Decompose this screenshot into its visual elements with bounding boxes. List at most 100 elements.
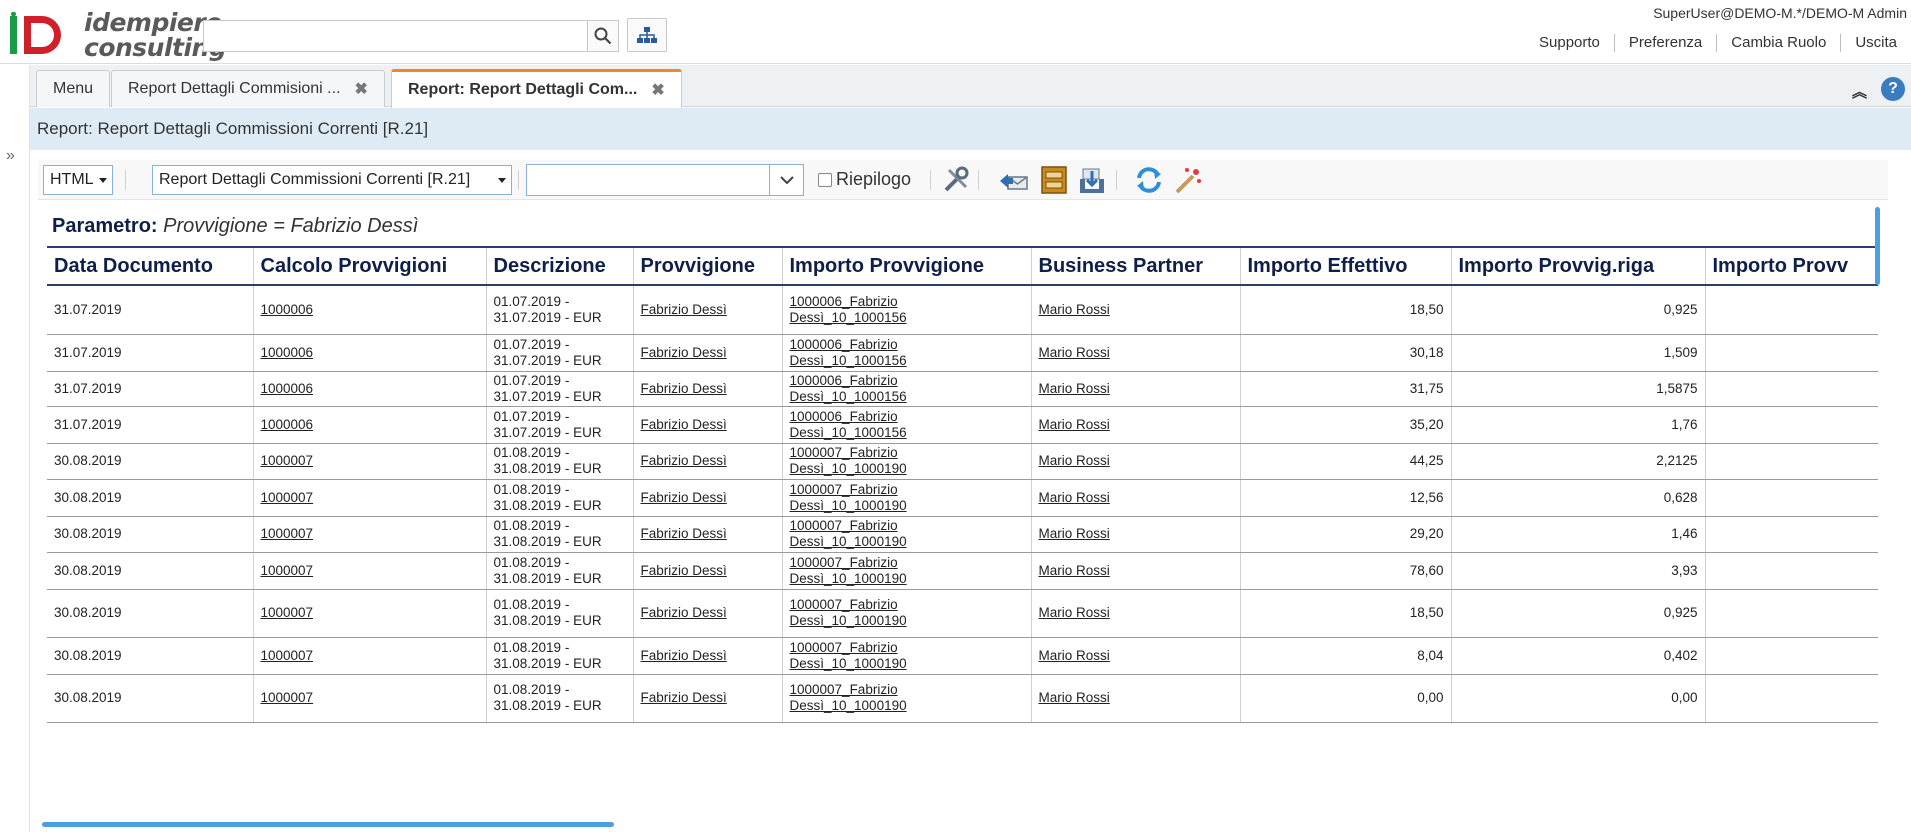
cell-link[interactable]: Dessì_10_1000190: [790, 461, 907, 476]
table-cell[interactable]: Mario Rossi: [1031, 334, 1241, 372]
table-cell[interactable]: Mario Rossi: [1031, 589, 1241, 638]
table-cell[interactable]: 1000006_Fabrizio Dessì_10_1000156: [782, 371, 1032, 407]
cell-link[interactable]: 1000007_Fabrizio: [790, 482, 898, 497]
cell-link[interactable]: Fabrizio Dessì: [641, 381, 727, 396]
cell-link[interactable]: 1000006_Fabrizio: [790, 337, 898, 352]
cell-link[interactable]: Fabrizio Dessì: [641, 526, 727, 541]
cell-link[interactable]: 1000006: [261, 302, 314, 317]
cell-link[interactable]: Fabrizio Dessì: [641, 648, 727, 663]
table-cell[interactable]: Fabrizio Dessì: [633, 552, 783, 590]
cell-link[interactable]: Dessì_10_1000156: [790, 425, 907, 440]
link-uscita[interactable]: Uscita: [1840, 34, 1911, 52]
table-cell[interactable]: Fabrizio Dessì: [633, 334, 783, 372]
cell-link[interactable]: 1000006: [261, 345, 314, 360]
cell-link[interactable]: Fabrizio Dessì: [641, 417, 727, 432]
cell-link[interactable]: 1000007: [261, 605, 314, 620]
combobox-dropdown-button[interactable]: [769, 165, 803, 195]
cell-link[interactable]: 1000007_Fabrizio: [790, 640, 898, 655]
link-supporto[interactable]: Supporto: [1525, 34, 1614, 52]
refresh-button[interactable]: [1133, 164, 1165, 196]
cell-link[interactable]: Mario Rossi: [1039, 417, 1110, 432]
cell-link[interactable]: Dessì_10_1000190: [790, 534, 907, 549]
vertical-scrollbar[interactable]: [1875, 207, 1880, 285]
output-format-select[interactable]: HTML: [43, 165, 113, 195]
table-cell[interactable]: 1000007: [253, 479, 487, 517]
summary-checkbox-wrap[interactable]: Riepilogo: [818, 169, 911, 190]
table-cell[interactable]: Mario Rossi: [1031, 674, 1241, 723]
table-cell[interactable]: Mario Rossi: [1031, 443, 1241, 480]
cell-link[interactable]: 1000006: [261, 381, 314, 396]
cell-link[interactable]: Mario Rossi: [1039, 648, 1110, 663]
cell-link[interactable]: Dessì_10_1000156: [790, 353, 907, 368]
close-tab-icon[interactable]: ✖: [355, 79, 368, 99]
cell-link[interactable]: 1000006: [261, 417, 314, 432]
table-cell[interactable]: Fabrizio Dessì: [633, 285, 783, 335]
table-cell[interactable]: Fabrizio Dessì: [633, 637, 783, 675]
cell-link[interactable]: Mario Rossi: [1039, 563, 1110, 578]
cell-link[interactable]: Mario Rossi: [1039, 302, 1110, 317]
table-cell[interactable]: 1000006: [253, 406, 487, 444]
table-cell[interactable]: 1000007_Fabrizio Dessì_10_1000190: [782, 674, 1032, 723]
cell-link[interactable]: Mario Rossi: [1039, 381, 1110, 396]
cell-link[interactable]: Fabrizio Dessì: [641, 690, 727, 705]
cell-link[interactable]: 1000006_Fabrizio: [790, 373, 898, 388]
menu-search-input[interactable]: [203, 20, 587, 52]
cell-link[interactable]: Dessì_10_1000190: [790, 571, 907, 586]
table-cell[interactable]: 1000007_Fabrizio Dessì_10_1000190: [782, 516, 1032, 553]
customize-button[interactable]: [940, 164, 972, 196]
cell-link[interactable]: 1000007_Fabrizio: [790, 555, 898, 570]
table-cell[interactable]: Mario Rossi: [1031, 406, 1241, 444]
cell-link[interactable]: Mario Rossi: [1039, 526, 1110, 541]
user-role-label[interactable]: SuperUser@DEMO-M.*/DEMO-M Admin: [1653, 5, 1907, 21]
tab-report-dettagli-commisioni[interactable]: Report Dettagli Commisioni ... ✖: [111, 70, 385, 107]
table-cell[interactable]: 1000006_Fabrizio Dessì_10_1000156: [782, 285, 1032, 335]
tab-report-active[interactable]: Report: Report Dettagli Com... ✖: [391, 69, 682, 108]
table-cell[interactable]: 1000007_Fabrizio Dessì_10_1000190: [782, 443, 1032, 480]
table-cell[interactable]: 1000007: [253, 516, 487, 553]
table-cell[interactable]: 1000006: [253, 285, 487, 335]
close-tab-icon[interactable]: ✖: [651, 80, 664, 100]
table-cell[interactable]: 1000006_Fabrizio Dessì_10_1000156: [782, 406, 1032, 444]
link-preferenza[interactable]: Preferenza: [1613, 34, 1716, 52]
cell-link[interactable]: Mario Rossi: [1039, 605, 1110, 620]
table-cell[interactable]: Mario Rossi: [1031, 637, 1241, 675]
cell-link[interactable]: Dessì_10_1000156: [790, 310, 907, 325]
print-format-combobox[interactable]: [526, 164, 804, 196]
table-cell[interactable]: Fabrizio Dessì: [633, 443, 783, 480]
cell-link[interactable]: 1000006_Fabrizio: [790, 409, 898, 424]
table-cell[interactable]: Mario Rossi: [1031, 516, 1241, 553]
expand-panel-icon[interactable]: »: [6, 147, 15, 165]
cell-link[interactable]: 1000007: [261, 453, 314, 468]
help-icon[interactable]: ?: [1881, 77, 1905, 101]
cell-link[interactable]: Dessì_10_1000190: [790, 613, 907, 628]
tab-menu[interactable]: Menu: [36, 70, 111, 107]
table-cell[interactable]: 1000006: [253, 371, 487, 407]
table-cell[interactable]: 1000007: [253, 637, 487, 675]
table-cell[interactable]: 1000007: [253, 443, 487, 480]
table-cell[interactable]: Mario Rossi: [1031, 552, 1241, 590]
cell-link[interactable]: 1000007: [261, 690, 314, 705]
export-button[interactable]: [1076, 164, 1108, 196]
table-cell[interactable]: 1000007: [253, 674, 487, 723]
cell-link[interactable]: Fabrizio Dessì: [641, 302, 727, 317]
table-cell[interactable]: 1000007_Fabrizio Dessì_10_1000190: [782, 479, 1032, 517]
table-cell[interactable]: 1000006: [253, 334, 487, 372]
cell-link[interactable]: Dessì_10_1000190: [790, 656, 907, 671]
table-cell[interactable]: Fabrizio Dessì: [633, 406, 783, 444]
table-cell[interactable]: 1000007: [253, 589, 487, 638]
cell-link[interactable]: Mario Rossi: [1039, 453, 1110, 468]
table-cell[interactable]: 1000007_Fabrizio Dessì_10_1000190: [782, 637, 1032, 675]
cell-link[interactable]: Dessì_10_1000190: [790, 498, 907, 513]
menu-tree-button[interactable]: [627, 18, 667, 52]
cell-link[interactable]: 1000007: [261, 526, 314, 541]
report-view-select[interactable]: Report Dettagli Commissioni Correnti [R.…: [152, 165, 512, 195]
cell-link[interactable]: Fabrizio Dessì: [641, 605, 727, 620]
table-cell[interactable]: Fabrizio Dessì: [633, 589, 783, 638]
maximize-icon[interactable]: ︽: [1852, 81, 1867, 102]
cell-link[interactable]: Fabrizio Dessì: [641, 453, 727, 468]
table-cell[interactable]: 1000006_Fabrizio Dessì_10_1000156: [782, 334, 1032, 372]
send-mail-button[interactable]: [998, 164, 1030, 196]
cell-link[interactable]: 1000007_Fabrizio: [790, 518, 898, 533]
table-cell[interactable]: Fabrizio Dessì: [633, 516, 783, 553]
cell-link[interactable]: 1000007: [261, 563, 314, 578]
